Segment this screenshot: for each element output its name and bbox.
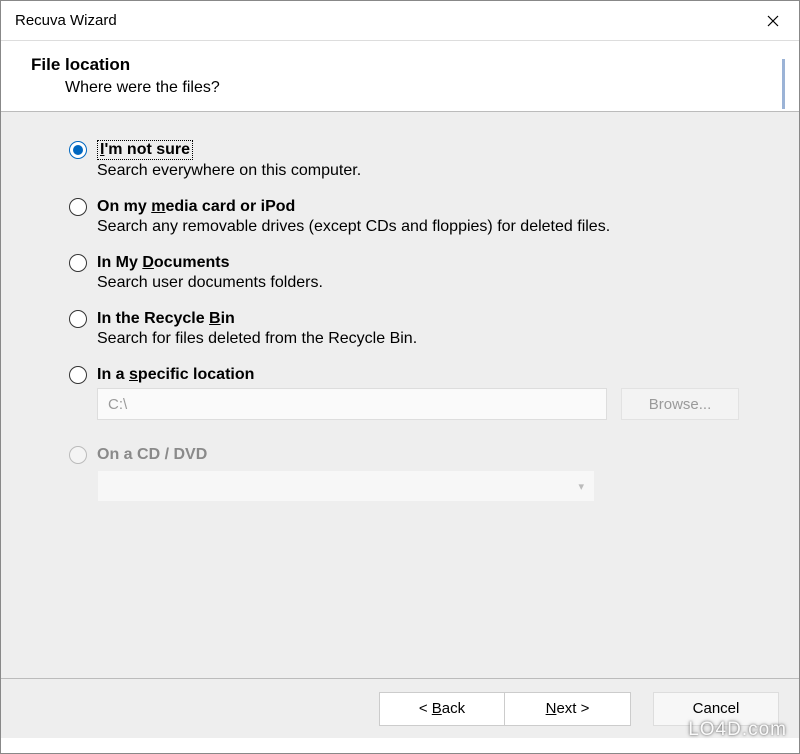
label-media-card[interactable]: On my media card or iPod (97, 198, 295, 216)
desc-my-documents: Search user documents folders. (97, 274, 739, 292)
path-input[interactable] (97, 388, 607, 420)
header-accent (782, 59, 785, 109)
chevron-down-icon: ▾ (578, 480, 584, 493)
label-not-sure[interactable]: I'm not sure (97, 140, 193, 160)
radio-recycle-bin[interactable] (69, 310, 87, 328)
close-button[interactable] (747, 1, 799, 41)
option-cd-dvd: On a CD / DVD ▾ (69, 446, 739, 502)
titlebar: Recuva Wizard (1, 1, 799, 41)
option-recycle-bin: In the Recycle Bin Search for files dele… (69, 310, 739, 348)
radio-media-card[interactable] (69, 198, 87, 216)
desc-not-sure: Search everywhere on this computer. (97, 162, 739, 180)
drive-select: ▾ (97, 470, 595, 502)
browse-button[interactable]: Browse... (621, 388, 739, 420)
label-cd-dvd: On a CD / DVD (97, 446, 207, 464)
label-my-documents[interactable]: In My Documents (97, 254, 229, 272)
page-title: File location (31, 55, 777, 75)
next-button[interactable]: Next > (505, 692, 631, 726)
label-recycle-bin[interactable]: In the Recycle Bin (97, 310, 235, 328)
option-not-sure: I'm not sure Search everywhere on this c… (69, 140, 739, 180)
wizard-footer: < Back Next > Cancel (1, 678, 799, 738)
cancel-button[interactable]: Cancel (653, 692, 779, 726)
wizard-body: I'm not sure Search everywhere on this c… (1, 112, 799, 678)
option-my-documents: In My Documents Search user documents fo… (69, 254, 739, 292)
back-button[interactable]: < Back (379, 692, 505, 726)
wizard-header: File location Where were the files? (1, 41, 799, 112)
label-specific-location[interactable]: In a specific location (97, 366, 254, 384)
radio-cd-dvd (69, 446, 87, 464)
window-title: Recuva Wizard (15, 12, 117, 29)
radio-my-documents[interactable] (69, 254, 87, 272)
option-specific-location: In a specific location Browse... (69, 366, 739, 420)
option-media-card: On my media card or iPod Search any remo… (69, 198, 739, 236)
desc-media-card: Search any removable drives (except CDs … (97, 218, 739, 236)
page-subtitle: Where were the files? (65, 79, 777, 97)
close-icon (767, 15, 779, 27)
wizard-window: Recuva Wizard File location Where were t… (0, 0, 800, 754)
radio-not-sure[interactable] (69, 141, 87, 159)
desc-recycle-bin: Search for files deleted from the Recycl… (97, 330, 739, 348)
radio-specific-location[interactable] (69, 366, 87, 384)
